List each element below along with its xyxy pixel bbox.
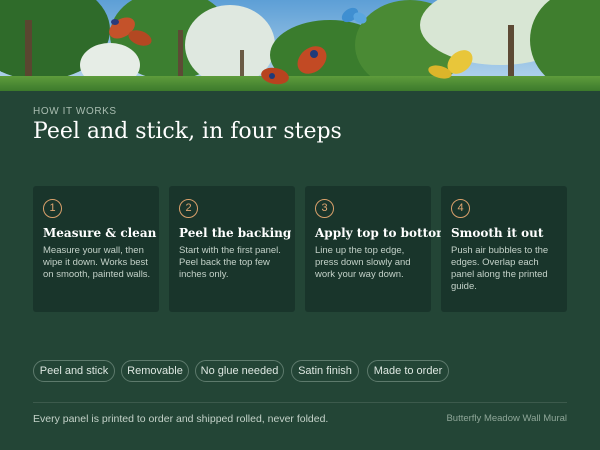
step-card: 4 Smooth it out Push air bubbles to the …: [441, 186, 567, 312]
page-title: Peel and stick, in four steps: [33, 119, 342, 144]
feature-tag: Removable: [121, 360, 189, 382]
step-title: Smooth it out: [451, 226, 544, 240]
divider: [33, 402, 567, 403]
step-title: Measure & clean: [43, 226, 157, 240]
meadow-illustration: [0, 0, 600, 91]
feature-tag: Satin finish: [291, 360, 359, 382]
feature-tag: Peel and stick: [33, 360, 115, 382]
step-number-badge: 3: [315, 199, 334, 218]
feature-tag: Made to order: [367, 360, 449, 382]
step-title: Apply top to bottom: [315, 226, 449, 240]
hero-image: [0, 0, 600, 91]
step-description: Start with the first panel. Peel back th…: [179, 245, 281, 280]
step-description: Line up the top edge, press down slowly …: [315, 245, 411, 280]
step-description: Push air bubbles to the edges. Overlap e…: [451, 245, 549, 292]
step-card: 1 Measure & clean Measure your wall, the…: [33, 186, 159, 312]
step-title: Peel the backing: [179, 226, 292, 240]
steps-list: 1 Measure & clean Measure your wall, the…: [33, 186, 567, 312]
shipping-note: Every panel is printed to order and ship…: [33, 413, 329, 425]
step-description: Measure your wall, then wipe it down. Wo…: [43, 245, 151, 280]
step-card: 2 Peel the backing Start with the first …: [169, 186, 295, 312]
product-name: Butterfly Meadow Wall Mural: [446, 413, 567, 424]
section-eyebrow: HOW IT WORKS: [33, 106, 117, 117]
step-number-badge: 4: [451, 199, 470, 218]
feature-tag: No glue needed: [195, 360, 284, 382]
step-number-badge: 1: [43, 199, 62, 218]
step-card: 3 Apply top to bottom Line up the top ed…: [305, 186, 449, 312]
step-number-badge: 2: [179, 199, 198, 218]
